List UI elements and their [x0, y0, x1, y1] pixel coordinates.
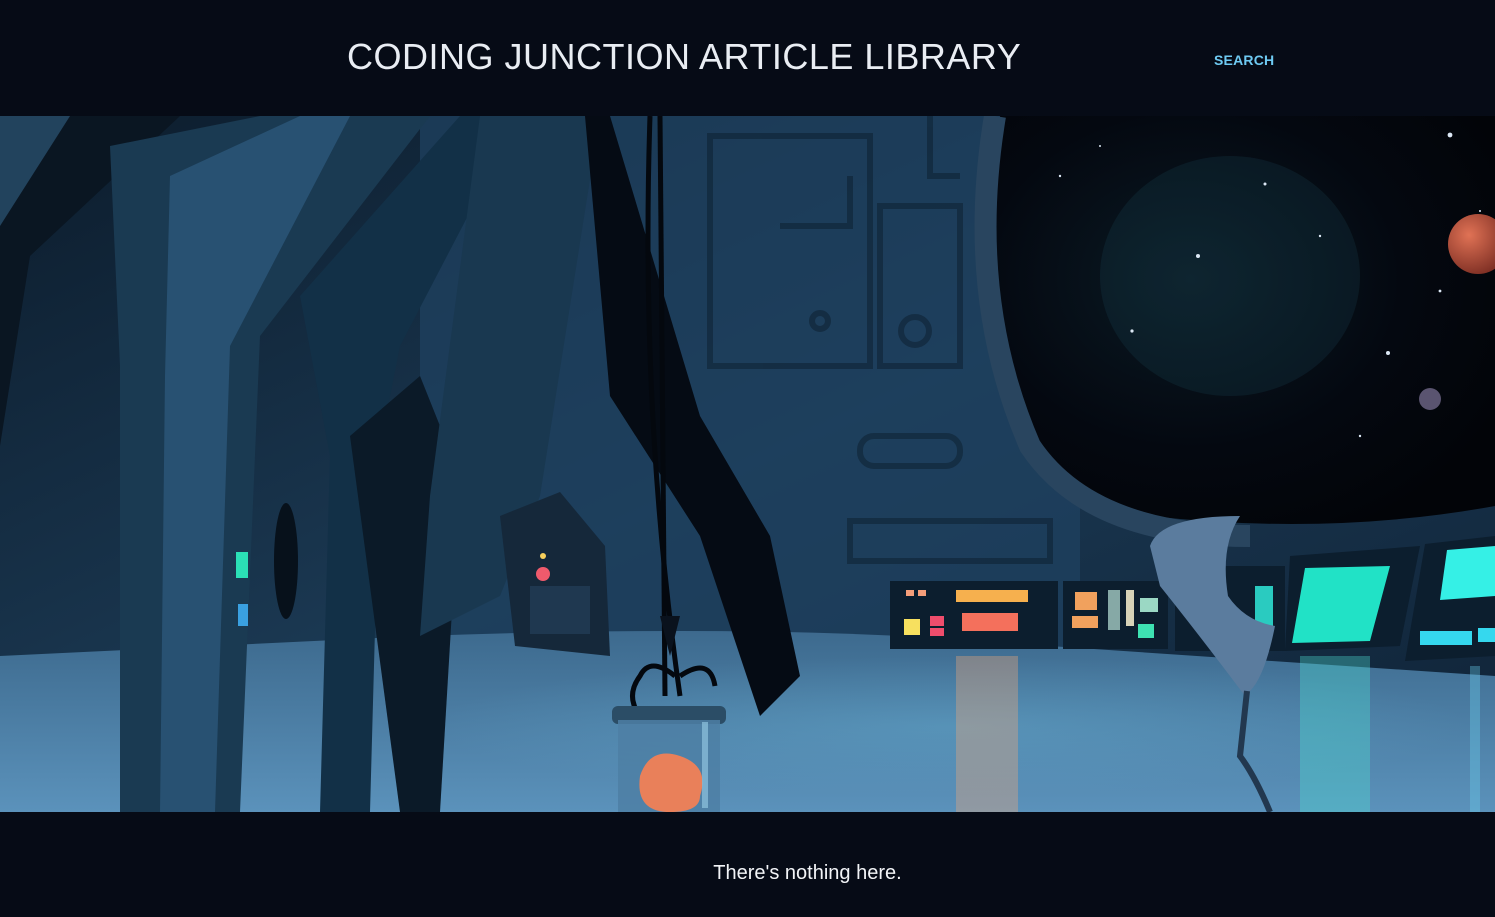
small-planet: [1419, 388, 1441, 410]
specimen-jar: [612, 706, 726, 812]
wall-light: [236, 552, 248, 578]
header-banner-image: [0, 116, 1495, 812]
search-link[interactable]: SEARCH: [1214, 52, 1274, 68]
empty-state-message: There's nothing here.: [713, 862, 902, 884]
spaceship-interior-illustration: [0, 116, 1495, 812]
site-title[interactable]: CODING JUNCTION ARTICLE LIBRARY: [347, 36, 1021, 78]
site-header: CODING JUNCTION ARTICLE LIBRARY SEARCH: [0, 0, 1495, 116]
